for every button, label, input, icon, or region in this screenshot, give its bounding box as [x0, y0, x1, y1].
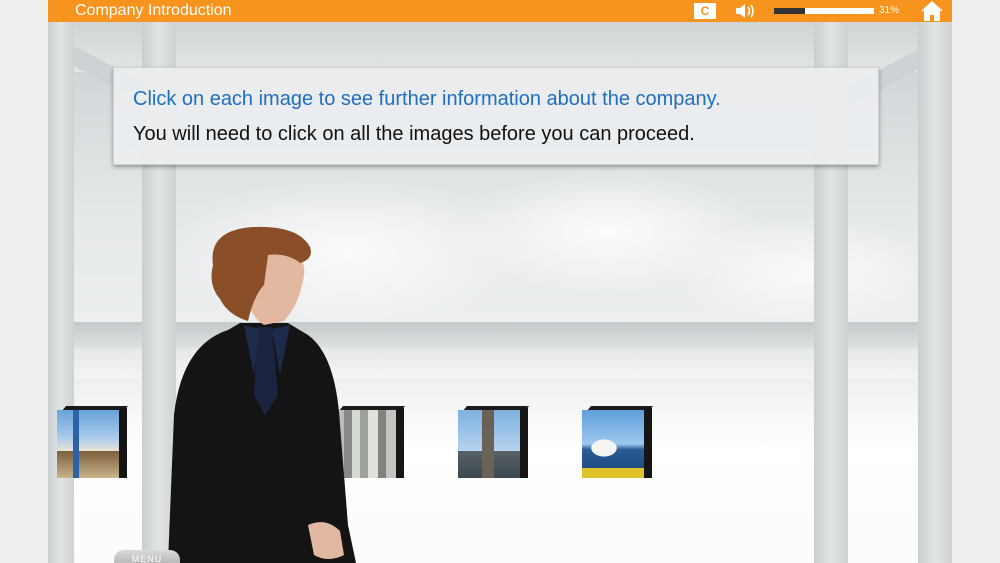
pillar	[918, 22, 952, 563]
instruction-primary: Click on each image to see further infor…	[133, 88, 721, 110]
cube-side	[396, 408, 404, 478]
image-button-bridge[interactable]	[458, 406, 530, 478]
instruction-secondary: You will need to click on all the images…	[133, 123, 695, 145]
cube-side	[644, 408, 652, 478]
home-icon[interactable]	[920, 0, 944, 22]
progress-bar	[774, 8, 874, 14]
image-button-harbour[interactable]	[582, 406, 654, 478]
photo-sydney-opera-house	[582, 410, 644, 478]
cube-side	[119, 408, 127, 478]
instruction-panel: Click on each image to see further infor…	[113, 67, 879, 165]
photo-times-square	[57, 410, 119, 478]
image-button-city-street[interactable]	[57, 406, 129, 478]
menu-button[interactable]: MENU	[114, 550, 180, 563]
presenter-figure	[168, 226, 356, 563]
course-title: Company Introduction	[75, 2, 232, 19]
cube-side	[520, 408, 528, 478]
top-bar: Company Introduction C 31%	[48, 0, 952, 22]
progress-percent: 31%	[879, 5, 900, 16]
pillar	[48, 22, 74, 563]
photo-bridge	[458, 410, 520, 478]
volume-icon[interactable]	[734, 2, 758, 20]
right-margin	[952, 0, 1000, 563]
course-stage: Company Introduction C 31% Click on each…	[0, 0, 1000, 563]
progress-fill	[774, 8, 805, 14]
captions-button[interactable]: C	[694, 3, 716, 19]
left-margin	[0, 0, 48, 563]
